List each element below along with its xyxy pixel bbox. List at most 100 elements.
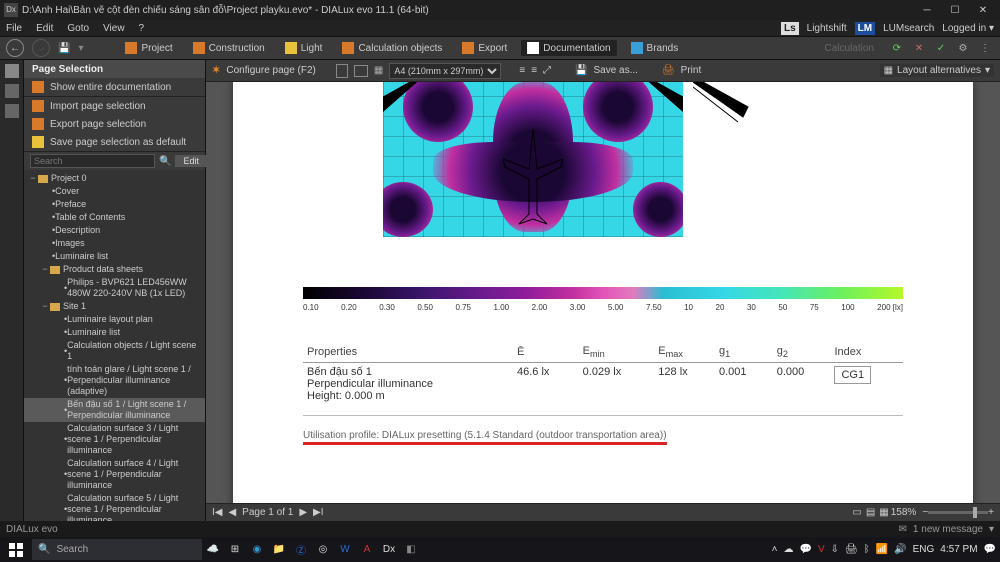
taskbar-app[interactable]: ◧ <box>400 537 422 562</box>
tree-site-item[interactable]: • Calculation objects / Light scene 1 <box>24 339 205 363</box>
viewport[interactable]: 0.100.200.300.500.751.002.003.005.007.50… <box>206 82 1000 503</box>
last-page[interactable]: ▶I <box>313 507 323 518</box>
menu-help[interactable]: ? <box>139 23 145 34</box>
configure-gear-icon[interactable]: ✶ <box>212 65 220 76</box>
tray-security-icon[interactable]: V <box>818 544 825 555</box>
refresh-icon[interactable]: ⟳ <box>888 39 906 57</box>
tree-lumlist[interactable]: • Luminaire list <box>24 250 205 263</box>
tray-volume-icon[interactable]: 🔊 <box>894 544 906 555</box>
dialux-icon[interactable]: Dx <box>378 537 400 562</box>
taskview-icon[interactable]: ⊞ <box>224 537 246 562</box>
status-dropdown[interactable]: ▾ <box>989 524 994 535</box>
lightshift-label[interactable]: Lightshift <box>807 23 847 34</box>
close-button[interactable]: ✕ <box>970 1 996 19</box>
tree-toc[interactable]: • Table of Contents <box>24 211 205 224</box>
tab-export[interactable]: Export <box>456 40 513 56</box>
tray-download-icon[interactable]: ⇩ <box>831 544 839 555</box>
maximize-button[interactable]: ☐ <box>942 1 968 19</box>
tree-site-item[interactable]: • Luminaire list <box>24 326 205 339</box>
strip-icon-2[interactable] <box>5 84 19 98</box>
gear-icon[interactable]: ⚙ <box>954 39 972 57</box>
import-selection[interactable]: Import page selection <box>24 97 205 115</box>
tree-root[interactable]: −Project 0 <box>24 172 205 185</box>
tree-description[interactable]: • Description <box>24 224 205 237</box>
prev-page[interactable]: ◀ <box>228 507 236 518</box>
menu-view[interactable]: View <box>103 23 125 34</box>
tree-site-item[interactable]: • Luminaire layout plan <box>24 313 205 326</box>
zalo-icon[interactable]: Ⓩ <box>290 537 312 562</box>
export-selection[interactable]: Export page selection <box>24 115 205 133</box>
tray-notifications-icon[interactable]: 💬 <box>984 544 996 555</box>
tab-project[interactable]: Project <box>119 40 178 56</box>
taskbar-search[interactable]: 🔍Search <box>32 539 202 560</box>
tray-wifi-icon[interactable]: 📶 <box>876 544 888 555</box>
configure-page[interactable]: Configure page (F2) <box>226 65 316 76</box>
zoom-in[interactable]: + <box>988 507 994 518</box>
tab-brands[interactable]: Brands <box>625 40 685 56</box>
start-button[interactable] <box>0 537 32 562</box>
more-icon[interactable]: ⋮ <box>976 39 994 57</box>
lumsearch-label[interactable]: LUMsearch <box>883 23 934 34</box>
zoom-slider[interactable] <box>928 511 988 514</box>
next-page[interactable]: ▶ <box>299 507 307 518</box>
layout-alt[interactable]: ▦Layout alternatives▾ <box>880 64 994 77</box>
tree-preface[interactable]: • Preface <box>24 198 205 211</box>
tray-zalo-icon[interactable]: 💬 <box>800 544 812 555</box>
tree-philips[interactable]: • Philips - BVP621 LED456WW 480W 220-240… <box>24 276 205 300</box>
menu-goto[interactable]: Goto <box>67 23 89 34</box>
saveas-button[interactable]: Save as... <box>593 65 637 76</box>
strip-icon-3[interactable] <box>5 104 19 118</box>
edge-icon[interactable]: ◉ <box>246 537 268 562</box>
search-input[interactable] <box>30 154 155 168</box>
explorer-icon[interactable]: 📁 <box>268 537 290 562</box>
tray-time[interactable]: 4:57 PM <box>940 544 977 555</box>
autocad-icon[interactable]: A <box>356 537 378 562</box>
tree-site-item[interactable]: • Calculation surface 3 / Light scene 1 … <box>24 422 205 457</box>
page-size-select[interactable]: A4 (210mm x 297mm) <box>389 63 501 79</box>
menu-edit[interactable]: Edit <box>36 23 53 34</box>
edit-button[interactable]: Edit <box>175 155 207 167</box>
tree-productds[interactable]: −Product data sheets <box>24 263 205 276</box>
lumsearch-button[interactable]: LM <box>855 22 875 35</box>
print-button[interactable]: Print <box>681 65 702 76</box>
tree-site1[interactable]: −Site 1 <box>24 300 205 313</box>
tray-onedrive-icon[interactable]: ☁ <box>784 544 794 555</box>
tray-up-icon[interactable]: ˄ <box>772 544 778 555</box>
tree[interactable]: −Project 0 • Cover • Preface • Table of … <box>24 170 205 521</box>
cross-icon[interactable]: ✕ <box>910 39 928 57</box>
tab-documentation[interactable]: Documentation <box>521 40 616 56</box>
tree-images[interactable]: • Images <box>24 237 205 250</box>
save-icon[interactable]: 💾 <box>58 43 70 54</box>
tab-calc-objects[interactable]: Calculation objects <box>336 40 448 56</box>
first-page[interactable]: I◀ <box>212 507 222 518</box>
tray-printer-icon[interactable]: 🖨 <box>845 544 858 555</box>
grid-icon[interactable]: ▦ <box>374 65 383 76</box>
orient-portrait-icon[interactable] <box>336 64 348 78</box>
align-right-icon[interactable]: ≡ <box>531 65 537 76</box>
tree-site-item-selected[interactable]: • Bến đậu số 1 / Light scene 1 / Perpend… <box>24 398 205 422</box>
forward-button[interactable]: → <box>32 39 50 57</box>
strip-icon-1[interactable] <box>5 64 19 78</box>
align-left-icon[interactable]: ≡ <box>519 65 525 76</box>
fit-icon[interactable]: ⤢ <box>543 65 551 76</box>
word-icon[interactable]: W <box>334 537 356 562</box>
lightshift-button[interactable]: Ls <box>781 22 799 35</box>
minimize-button[interactable]: ─ <box>914 1 940 19</box>
tree-site-item[interactable]: • Calculation surface 4 / Light scene 1 … <box>24 457 205 492</box>
chrome-icon[interactable]: ◎ <box>312 537 334 562</box>
message-icon[interactable]: ✉ <box>899 524 907 535</box>
zoom-icons[interactable]: ▭▤▦ <box>850 507 890 518</box>
cloud-app-icon[interactable]: ☁️ <box>202 537 224 562</box>
status-msg[interactable]: 1 new message <box>913 524 983 535</box>
back-button[interactable]: ← <box>6 39 24 57</box>
check-icon[interactable]: ✓ <box>932 39 950 57</box>
show-entire-doc[interactable]: Show entire documentation <box>24 78 205 96</box>
menu-file[interactable]: File <box>6 23 22 34</box>
tree-site-item[interactable]: • Calculation surface 5 / Light scene 1 … <box>24 492 205 521</box>
tree-cover[interactable]: • Cover <box>24 185 205 198</box>
search-icon[interactable]: 🔍 <box>159 156 171 167</box>
orient-landscape-icon[interactable] <box>354 65 368 77</box>
calculation-button[interactable]: Calculation <box>819 41 880 56</box>
logged-in[interactable]: Logged in ▾ <box>942 23 994 34</box>
save-default[interactable]: Save page selection as default <box>24 133 205 151</box>
